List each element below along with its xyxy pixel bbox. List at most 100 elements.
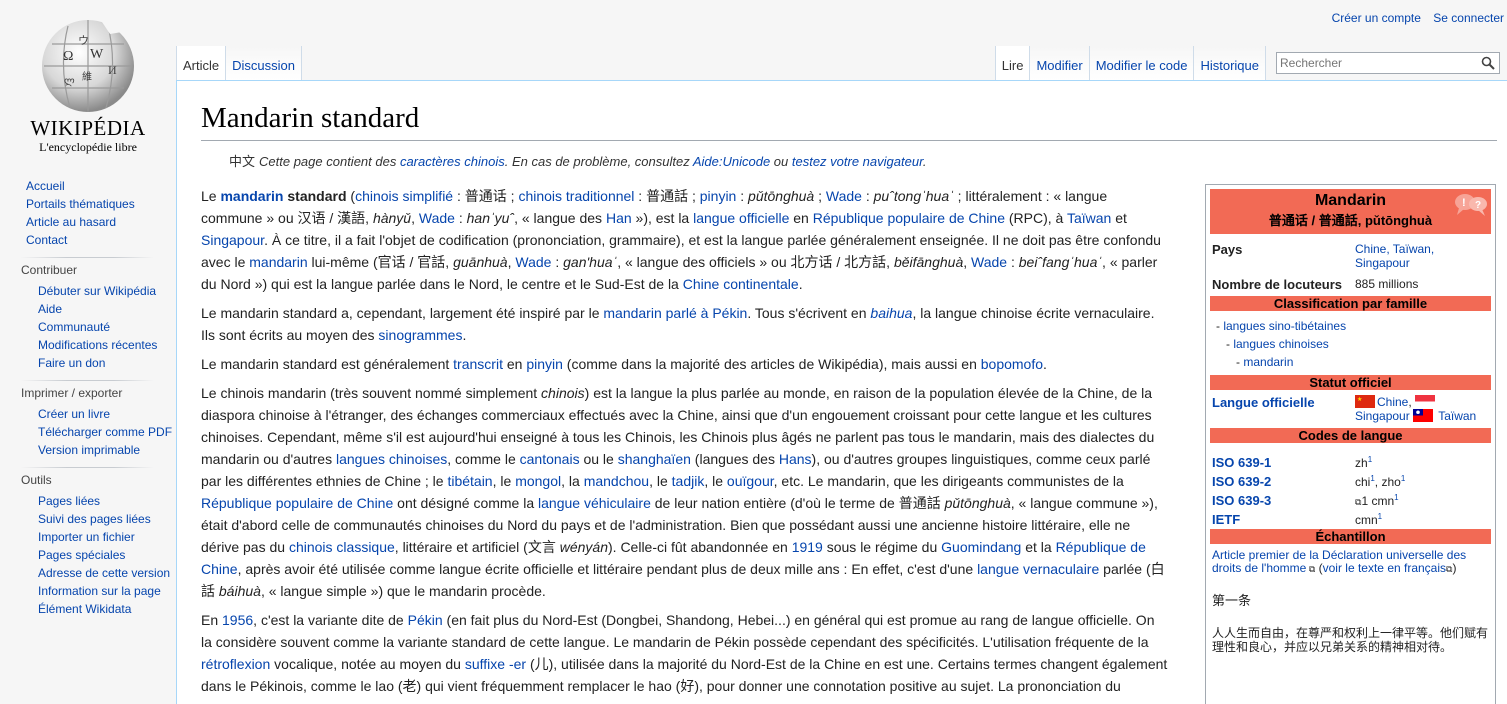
tree-link[interactable]: mandarin: [1243, 355, 1293, 369]
link[interactable]: pinyin: [526, 356, 563, 372]
link[interactable]: langues chinoises: [336, 451, 447, 467]
link[interactable]: chinois traditionnel: [518, 188, 634, 204]
link[interactable]: rétroflexion: [201, 656, 270, 672]
link[interactable]: Wade: [515, 254, 551, 270]
link[interactable]: Guomindang: [941, 539, 1021, 555]
link[interactable]: pinyin: [700, 188, 737, 204]
iso2-link[interactable]: ISO 639-2: [1212, 474, 1271, 489]
create-account-link[interactable]: Créer un compte: [1332, 11, 1421, 25]
link[interactable]: cantonais: [520, 451, 580, 467]
link[interactable]: chinois simplifié: [355, 188, 453, 204]
link[interactable]: Hans: [779, 451, 812, 467]
paragraph: Le mandarin standard (chinois simplifié …: [201, 188, 1161, 292]
notice-text-1: Cette page contient des: [259, 154, 400, 169]
link[interactable]: mongol: [515, 473, 561, 489]
tab-discussion[interactable]: Discussion: [226, 46, 302, 80]
link[interactable]: mandchou: [584, 473, 649, 489]
link[interactable]: mandarin: [220, 188, 283, 204]
link-chine[interactable]: Chine: [1377, 395, 1408, 409]
sidebar-link[interactable]: Information sur la page: [38, 585, 176, 598]
link[interactable]: Pékin: [408, 612, 443, 628]
link[interactable]: ouïgour: [727, 473, 774, 489]
sidebar-link[interactable]: Aide: [38, 303, 176, 316]
portal-list-tools: Pages liées Suivi des pages liées Importer…: [0, 495, 176, 616]
link[interactable]: tibétain: [447, 473, 492, 489]
sidebar-link[interactable]: Faire un don: [38, 357, 176, 370]
link-taiwan[interactable]: Taïwan: [1438, 409, 1476, 423]
langue-officielle-link[interactable]: Langue officielle: [1212, 395, 1315, 410]
tab-edit-code-label[interactable]: Modifier le code: [1096, 58, 1188, 73]
link[interactable]: chinois classique: [289, 539, 395, 555]
link[interactable]: langue véhiculaire: [538, 495, 651, 511]
sample-caption: Article premier de la Déclaration univer…: [1212, 548, 1467, 575]
tab-edit[interactable]: Modifier: [1030, 46, 1090, 80]
iso3-link[interactable]: ISO 639-3: [1212, 493, 1271, 508]
tab-history-label[interactable]: Historique: [1200, 58, 1259, 73]
pays-links[interactable]: Chine, Taïwan, Singapour: [1355, 242, 1434, 270]
tab-article[interactable]: Article: [176, 46, 227, 80]
link[interactable]: Taïwan: [1067, 210, 1111, 226]
portal-heading-tools: Outils: [21, 473, 52, 487]
sidebar-link[interactable]: Débuter sur Wikipédia: [38, 285, 176, 298]
link[interactable]: langue vernaculaire: [977, 561, 1099, 577]
infobox-header: Mandarin 普通话 / 普通話, pǔtōnghuà ! ?: [1210, 189, 1491, 234]
sidebar-link[interactable]: Pages liées: [38, 495, 176, 508]
search-icon[interactable]: [1481, 56, 1495, 70]
sidebar-link[interactable]: Suivi des pages liées: [38, 513, 176, 526]
tab-discussion-label[interactable]: Discussion: [232, 58, 295, 73]
infobox-value: ★ Chine, Singapour Taïwan: [1355, 395, 1477, 423]
link[interactable]: Han: [606, 210, 632, 226]
ietf-link[interactable]: IETF: [1212, 512, 1240, 527]
sidebar-link[interactable]: Version imprimable: [38, 444, 176, 457]
sidebar-link[interactable]: Importer un fichier: [38, 531, 176, 544]
login-link[interactable]: Se connecter: [1433, 11, 1504, 25]
sidebar-link[interactable]: Article au hasard: [26, 216, 176, 229]
tab-edit-code[interactable]: Modifier le code: [1089, 46, 1195, 80]
sidebar-link[interactable]: Créer un livre: [38, 408, 176, 421]
link[interactable]: sinogrammes: [378, 327, 462, 343]
tree-link[interactable]: langues chinoises: [1233, 337, 1328, 351]
tree-link[interactable]: langues sino-tibétaines: [1223, 319, 1346, 333]
iso1-link[interactable]: ISO 639-1: [1212, 455, 1271, 470]
link[interactable]: 1919: [792, 539, 823, 555]
link[interactable]: Chine continentale: [683, 276, 799, 292]
view-tabs: Lire Modifier Modifier le code Historiqu…: [994, 46, 1507, 80]
sidebar-link[interactable]: Élément Wikidata: [38, 603, 176, 616]
link[interactable]: tadjik: [672, 473, 705, 489]
tab-edit-label[interactable]: Modifier: [1036, 58, 1082, 73]
link[interactable]: République populaire de Chine: [201, 495, 393, 511]
link[interactable]: Wade: [826, 188, 862, 204]
link[interactable]: Wade: [419, 210, 455, 226]
tab-read[interactable]: Lire: [994, 46, 1031, 80]
link[interactable]: 1956: [222, 612, 253, 628]
sidebar-link[interactable]: Adresse de cette version: [38, 567, 176, 580]
sidebar-link[interactable]: Accueil: [26, 180, 176, 193]
link[interactable]: bopomofo: [981, 356, 1043, 372]
sidebar-link[interactable]: Modifications récentes: [38, 339, 176, 352]
notice-link-aide-unicode[interactable]: Aide:Unicode: [693, 154, 770, 169]
link-singapour[interactable]: Singapour: [1355, 409, 1410, 423]
search-input[interactable]: [1277, 53, 1467, 73]
link[interactable]: Wade: [971, 254, 1007, 270]
link[interactable]: baihua: [870, 305, 912, 321]
link[interactable]: langue officielle: [693, 210, 789, 226]
link[interactable]: shanghaïen: [618, 451, 691, 467]
sample-fr-link[interactable]: voir le texte en français: [1323, 561, 1446, 575]
link[interactable]: suffixe -er: [465, 656, 526, 672]
sidebar-link[interactable]: Contact: [26, 234, 176, 247]
link[interactable]: mandarin: [249, 254, 307, 270]
notice-link-testez[interactable]: testez votre navigateur: [792, 154, 923, 169]
sidebar-link[interactable]: Pages spéciales: [38, 549, 176, 562]
sidebar-link[interactable]: Communauté: [38, 321, 176, 334]
link[interactable]: transcrit: [453, 356, 503, 372]
sidebar-link[interactable]: Portails thématiques: [26, 198, 176, 211]
link[interactable]: Singapour: [201, 232, 264, 248]
paragraph: Le chinois mandarin (très souvent nommé …: [201, 385, 1165, 599]
sidebar-link[interactable]: Télécharger comme PDF: [38, 426, 176, 439]
tab-history[interactable]: Historique: [1194, 46, 1266, 80]
notice-link-caracteres[interactable]: caractères chinois: [400, 154, 505, 169]
link[interactable]: mandarin parlé à Pékin: [603, 305, 747, 321]
infobox-row-iso1: ISO 639-1 zh1: [1206, 455, 1495, 470]
link[interactable]: République populaire de Chine: [813, 210, 1005, 226]
wikipedia-logo[interactable]: Ω W ウ И 維 ლ Wikipédia L'encyclopédie lib…: [0, 0, 176, 160]
